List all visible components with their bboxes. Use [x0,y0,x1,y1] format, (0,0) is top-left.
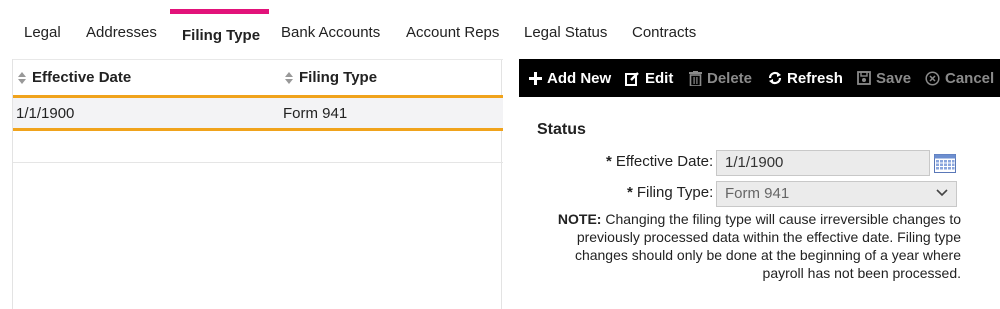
cell-effective-date: 1/1/1900 [16,105,75,122]
filing-type-label-text: Filing Type: [636,184,714,201]
refresh-label: Refresh [787,69,843,87]
filing-type-selected-value: Form 941 [725,185,790,202]
grid-header: Effective Date Filing Type [13,59,503,95]
table-row[interactable]: 1/1/1900 Form 941 [13,95,503,131]
tab-legal-status[interactable]: Legal Status [524,24,607,41]
filing-type-select[interactable]: Form 941 [716,181,957,207]
save-button[interactable]: Save [857,59,911,97]
note-text: Changing the filing type will cause irre… [574,211,961,281]
add-new-label: Add New [547,69,612,87]
required-mark: * [627,184,633,201]
filing-type-note: NOTE: Changing the filing type will caus… [540,210,961,282]
effective-date-value: 1/1/1900 [725,154,784,171]
calendar-icon[interactable] [934,153,956,173]
empty-table-row [13,131,503,163]
sort-icon [18,71,26,84]
required-mark: * [606,153,612,170]
filing-type-label: * Filing Type: [627,184,713,201]
sort-icon [285,71,293,84]
add-new-button[interactable]: Add New [529,59,611,97]
tab-legal[interactable]: Legal [24,24,61,41]
tab-contracts[interactable]: Contracts [632,24,696,41]
note-label: NOTE: [557,211,602,227]
edit-button[interactable]: Edit [625,59,673,97]
edit-icon [625,71,639,86]
effective-date-label-text: Effective Date: [615,153,714,170]
cancel-button[interactable]: Cancel [925,59,994,97]
trash-icon [689,70,702,86]
tab-bank-accounts[interactable]: Bank Accounts [281,24,380,41]
active-tab-indicator [170,9,269,14]
action-toolbar: Add New Edit Delete Refresh Save Cancel [519,59,1000,97]
cancel-label: Cancel [945,69,995,87]
plus-icon [529,71,542,85]
delete-label: Delete [707,69,753,87]
save-label: Save [876,69,912,87]
refresh-icon [768,71,782,85]
cell-filing-type: Form 941 [283,105,348,122]
cancel-icon [925,70,940,86]
chevron-down-icon [936,189,948,197]
tab-filing-type[interactable]: Filing Type [182,27,260,44]
tab-addresses[interactable]: Addresses [86,24,157,41]
floppy-disk-icon [857,71,871,85]
column-header-filing-type[interactable]: Filing Type [284,69,377,86]
effective-date-field[interactable]: 1/1/1900 [716,150,930,176]
filing-type-grid: Effective Date Filing Type 1/1/1900 Form… [12,59,503,309]
column-header-label: Filing Type [299,69,378,86]
column-header-label: Effective Date [32,69,132,86]
refresh-button[interactable]: Refresh [768,59,843,97]
edit-label: Edit [645,69,674,87]
tab-bar: Legal Addresses Filing Type Bank Account… [0,0,1000,50]
tab-account-reps[interactable]: Account Reps [406,24,499,41]
effective-date-label: * Effective Date: [606,153,713,170]
column-header-effective-date[interactable]: Effective Date [17,69,131,86]
status-section-title: Status [537,121,586,138]
delete-button[interactable]: Delete [689,59,752,97]
